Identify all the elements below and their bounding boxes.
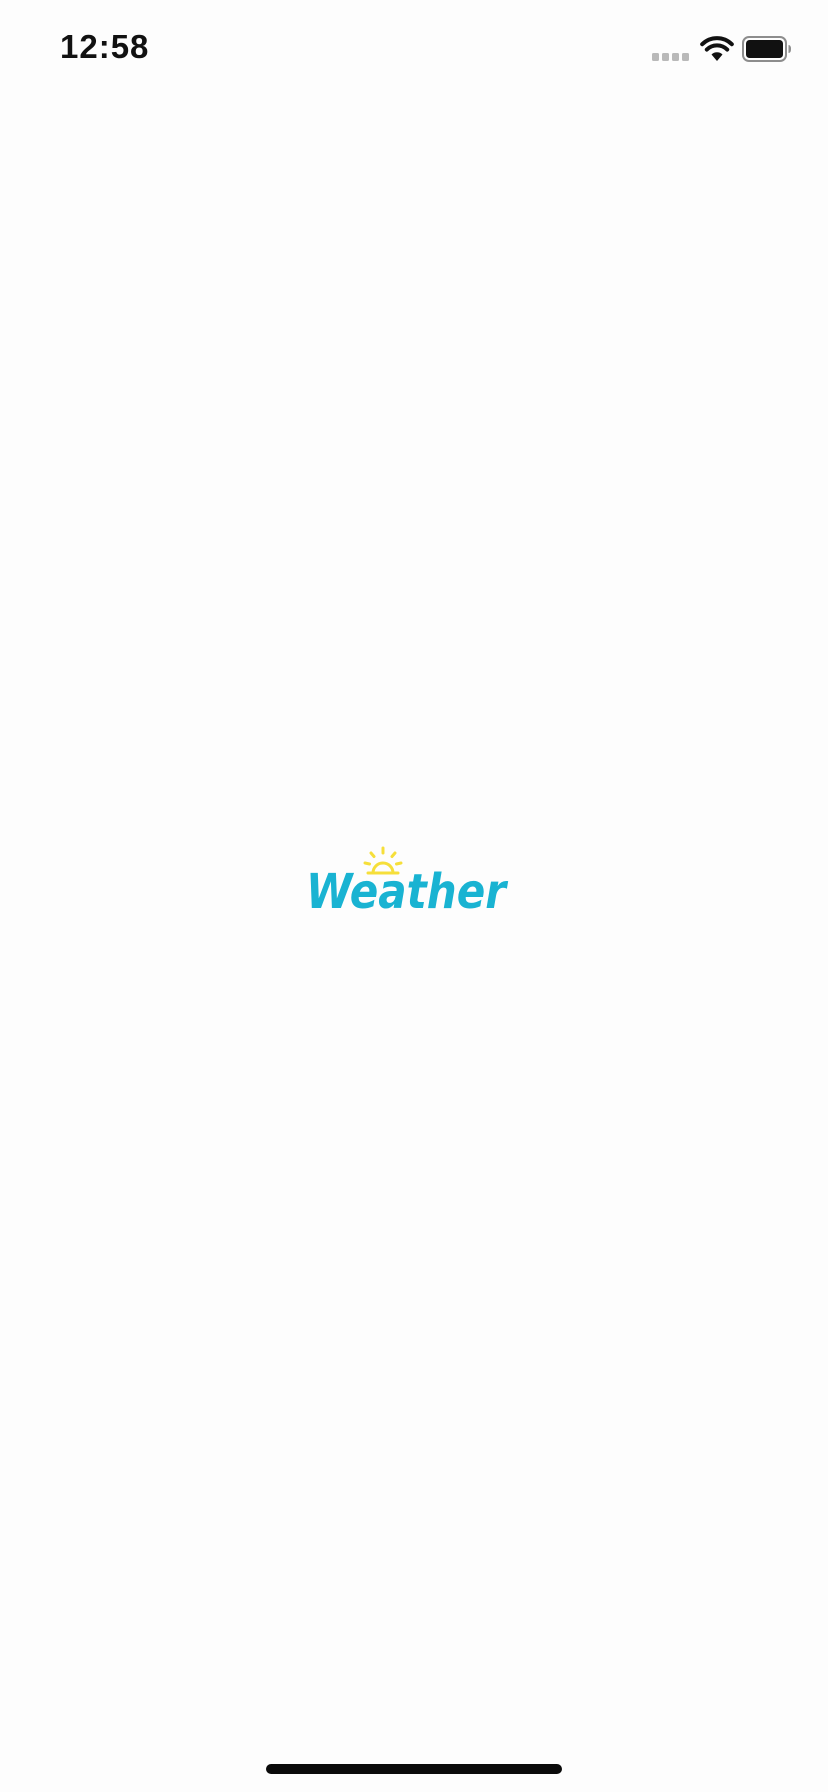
status-time: 12:58 xyxy=(60,28,150,65)
home-indicator[interactable] xyxy=(266,1764,562,1774)
status-bar: 12:58 xyxy=(0,0,828,100)
logo-wordmark: Weather xyxy=(306,866,509,916)
wifi-icon xyxy=(700,36,734,61)
logo-text: Weather xyxy=(306,866,509,916)
weather-logo: Weather xyxy=(306,846,522,916)
signal-bars-icon xyxy=(652,53,689,61)
battery-icon xyxy=(742,36,791,62)
